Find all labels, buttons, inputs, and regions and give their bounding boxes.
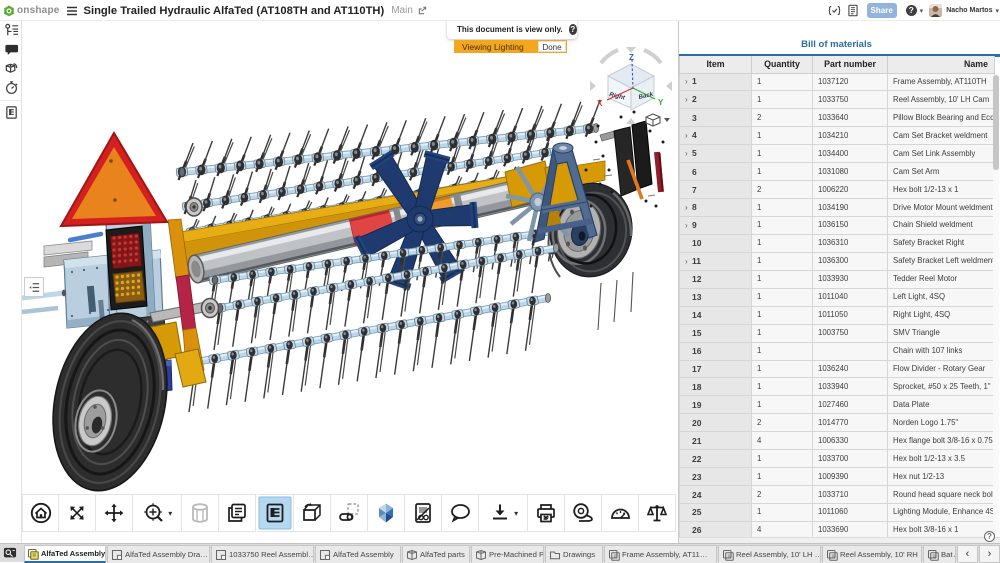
svg-text:X: X (597, 99, 603, 108)
svg-text:Z: Z (629, 53, 634, 62)
svg-text:Y: Y (658, 98, 664, 107)
